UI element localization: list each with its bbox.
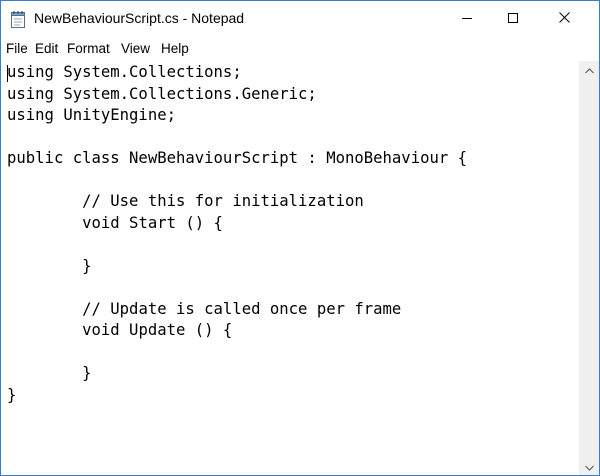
menu-file[interactable]: File [6,41,28,56]
vertical-scrollbar[interactable] [579,61,599,475]
chevron-down-icon [584,458,594,476]
maximize-icon [508,10,518,28]
window-title: NewBehaviourScript.cs - Notepad [34,10,245,26]
scroll-down-button[interactable] [579,458,599,475]
menu-edit[interactable]: Edit [35,41,58,56]
editor-content[interactable]: using System.Collections; using System.C… [7,62,467,406]
scroll-up-button[interactable] [579,61,599,78]
maximize-button[interactable] [490,1,536,37]
close-icon [558,10,570,28]
chevron-up-icon [584,61,594,79]
minimize-icon [462,10,472,28]
menu-help[interactable]: Help [161,41,189,56]
text-caret [7,65,8,82]
minimize-button[interactable] [444,1,490,37]
close-button[interactable] [541,1,587,37]
menu-format[interactable]: Format [67,41,110,56]
menu-bar: File Edit Format View Help [1,39,599,59]
title-bar[interactable]: NewBehaviourScript.cs - Notepad [1,1,599,37]
notepad-window: NewBehaviourScript.cs - Notepad File Edi… [0,0,600,476]
notepad-icon[interactable] [10,10,26,28]
menu-view[interactable]: View [121,41,150,56]
text-editor[interactable]: using System.Collections; using System.C… [1,61,579,475]
